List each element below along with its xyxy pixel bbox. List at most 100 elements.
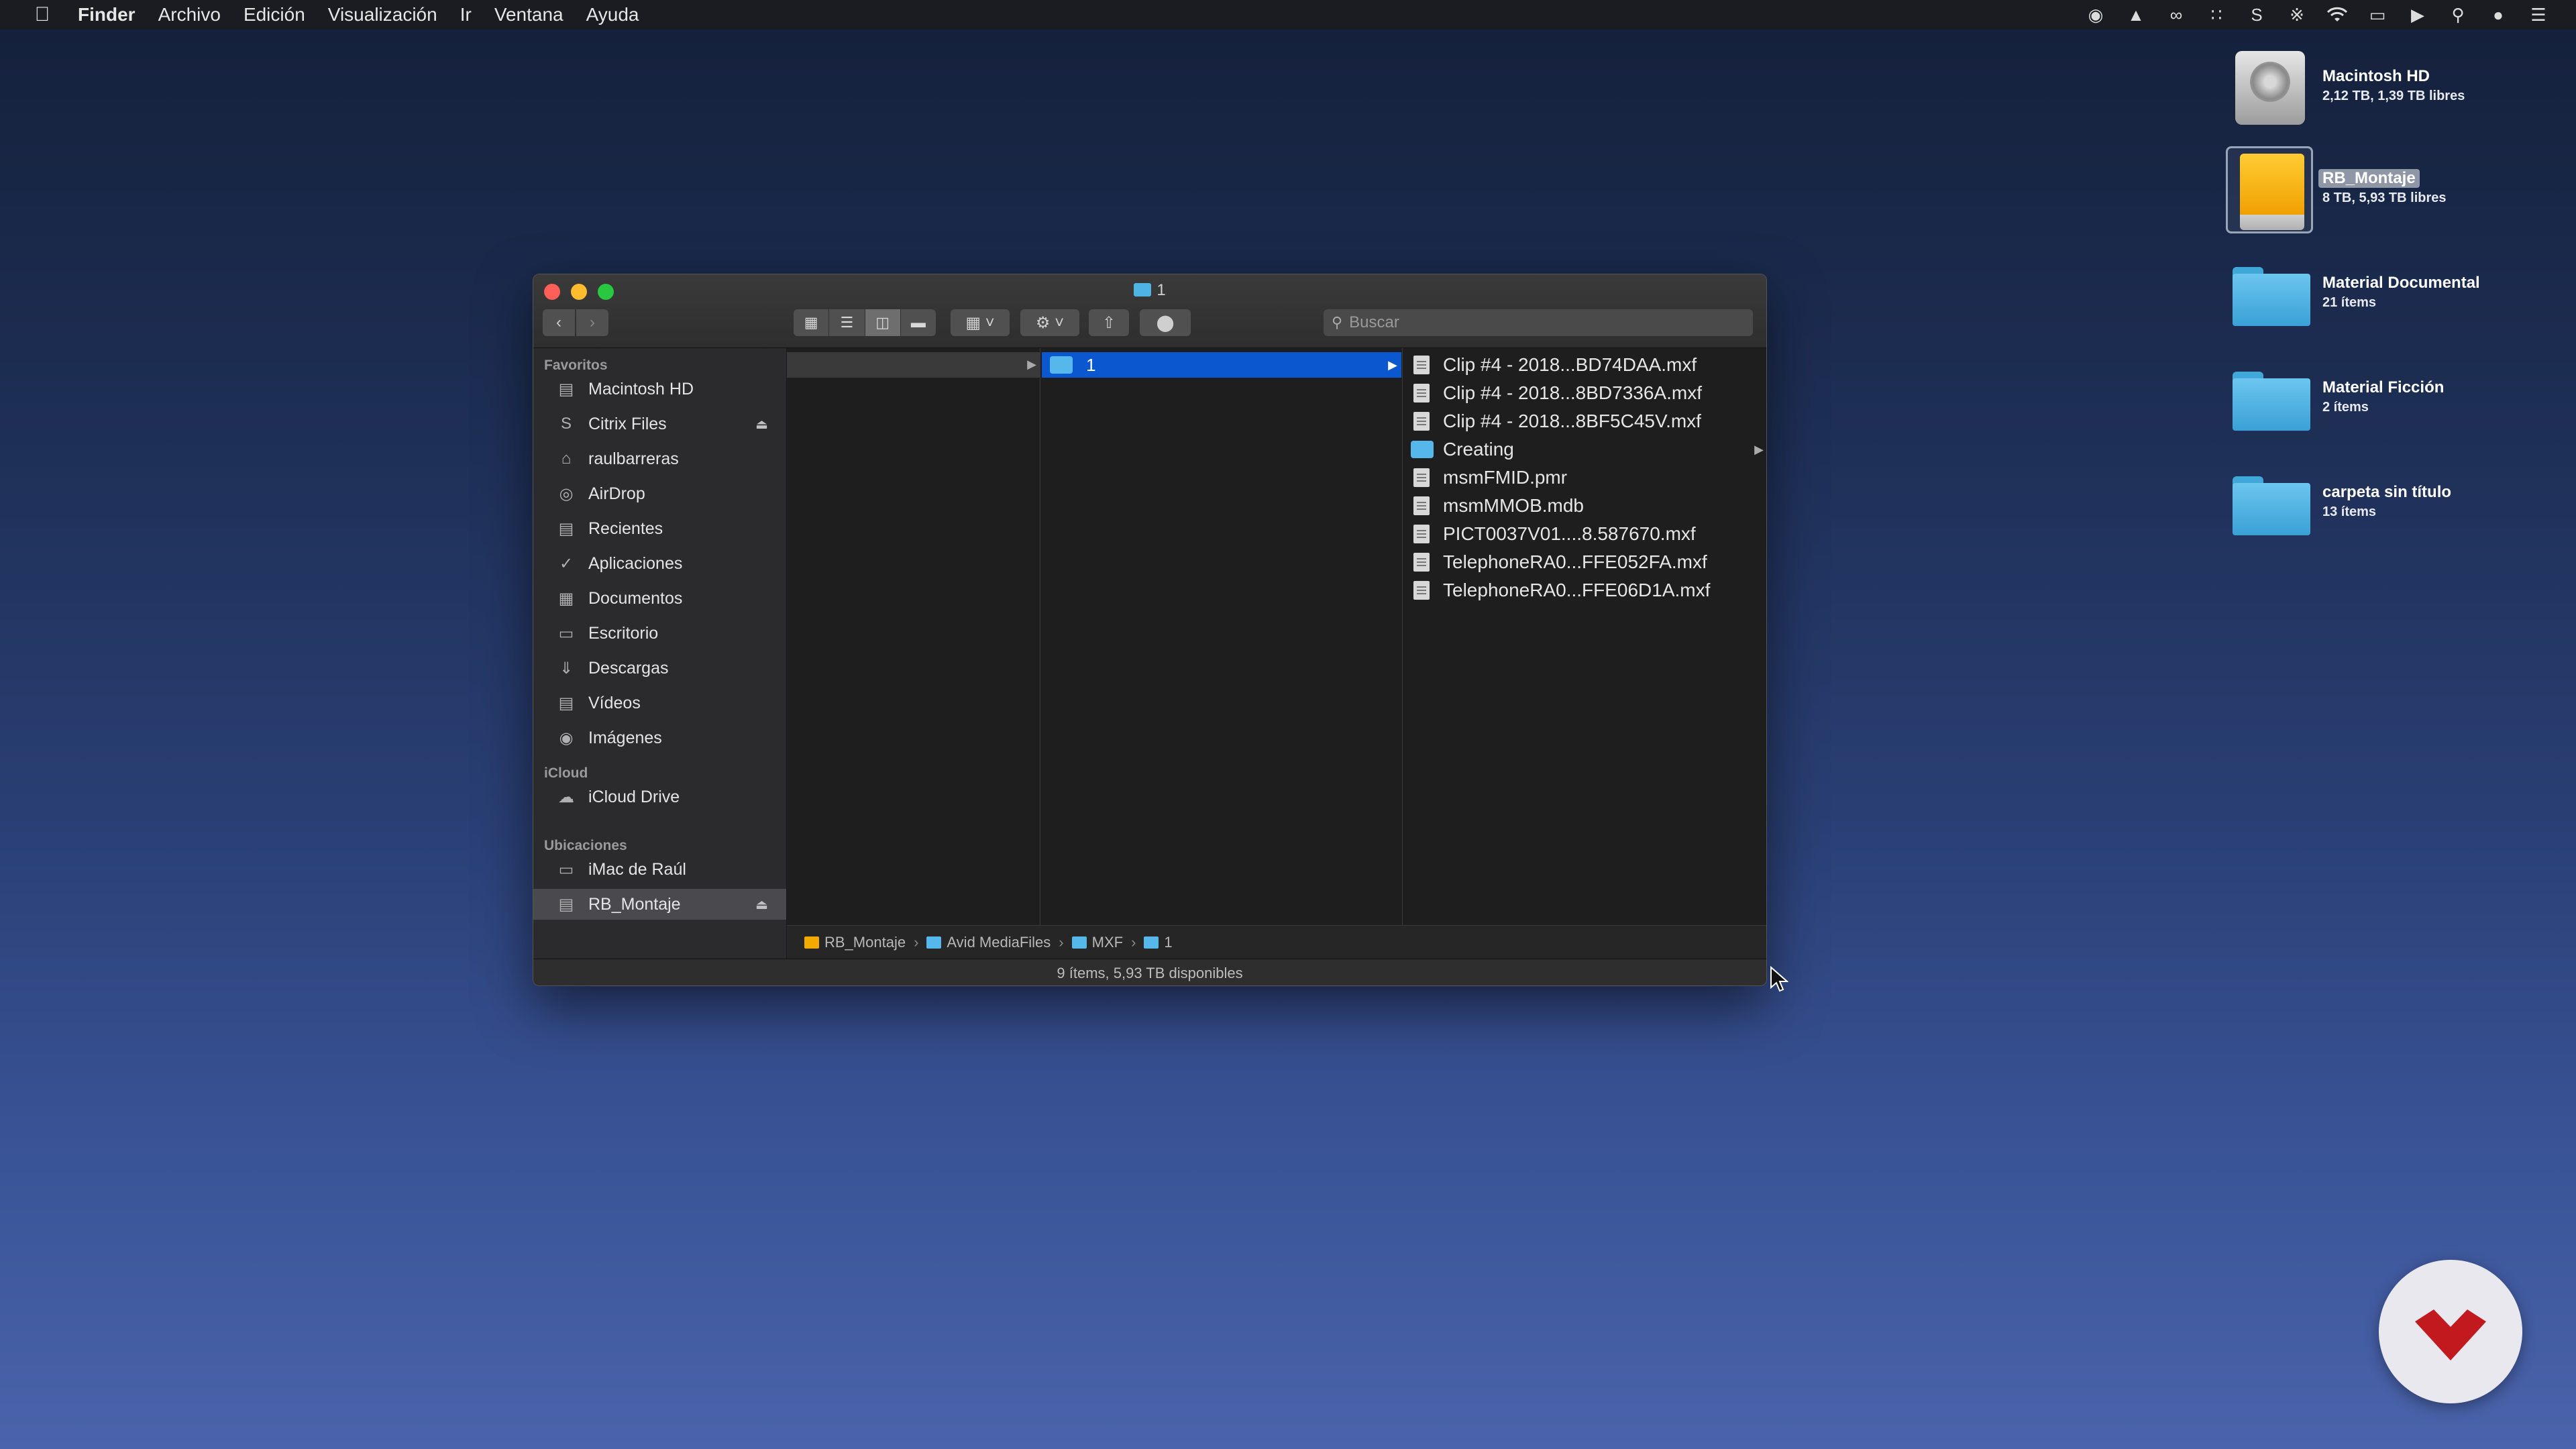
column-2[interactable]: 1 ▶ — [1040, 348, 1403, 925]
chevron-right-icon: › — [1131, 933, 1136, 951]
file-row[interactable]: Clip #4 - 2018...8BD7336A.mxf — [1403, 379, 1766, 407]
desktop-item-carpeta-sin-titulo[interactable]: carpeta sin título 13 ítems — [2220, 460, 2556, 554]
menu-archivo[interactable]: Archivo — [158, 4, 221, 25]
sidebar-item-imagenes[interactable]: ◉ Imágenes — [533, 722, 786, 753]
titlebar[interactable]: 1 ‹ › ▦ ☰ ◫ ▬ ▦ ˅ ⚙ ˅ ⇧ ⬤ ⚲ Buscar — [533, 274, 1766, 348]
desktop-item-info: 8 TB, 5,93 TB libres — [2322, 191, 2447, 205]
path-item-rb-montaje[interactable]: RB_Montaje — [804, 934, 906, 951]
desktop-item-rb-montaje[interactable]: RB_Montaje 8 TB, 5,93 TB libres — [2220, 146, 2556, 240]
column-3[interactable]: Clip #4 - 2018...BD74DAA.mxf Clip #4 - 2… — [1403, 348, 1766, 925]
citrix-icon[interactable]: S — [2246, 4, 2267, 25]
back-button[interactable]: ‹ — [543, 309, 575, 336]
share-button[interactable]: ⇧ — [1089, 309, 1129, 336]
file-row[interactable]: Clip #4 - 2018...BD74DAA.mxf — [1403, 351, 1766, 379]
eject-icon[interactable]: ⏏ — [755, 416, 768, 433]
path-item-avid-mediafiles[interactable]: Avid MediaFiles — [926, 934, 1051, 951]
icon-view-button[interactable]: ▦ — [794, 309, 830, 336]
desktop-icon: ▭ — [558, 624, 574, 643]
file-name: Creating — [1443, 439, 1514, 460]
menu-ayuda[interactable]: Ayuda — [586, 4, 639, 25]
sidebar-item-airdrop[interactable]: ◎ AirDrop — [533, 478, 786, 509]
document-icon — [1413, 356, 1430, 374]
desktop-item-name: Material Documental — [2322, 274, 2480, 292]
file-row[interactable]: msmFMID.pmr — [1403, 464, 1766, 492]
file-row[interactable]: Clip #4 - 2018...8BF5C45V.mxf — [1403, 407, 1766, 435]
upload-icon[interactable]: ▲ — [2125, 4, 2147, 25]
spotlight-icon[interactable]: ⚲ — [2447, 4, 2469, 25]
sidebar-item-descargas[interactable]: ⇓ Descargas — [533, 653, 786, 684]
tag-button[interactable]: ⬤ — [1140, 309, 1191, 336]
pictures-icon: ◉ — [559, 729, 574, 747]
file-row[interactable]: TelephoneRA0...FFE06D1A.mxf — [1403, 576, 1766, 604]
path-label: Avid MediaFiles — [947, 933, 1051, 951]
menu-visualizacion[interactable]: Visualización — [328, 4, 437, 25]
desktop-item-info: 13 ítems — [2322, 504, 2377, 519]
list-view-button[interactable]: ☰ — [829, 309, 865, 336]
window-title-text: 1 — [1157, 281, 1166, 299]
column-1-selected-row[interactable]: ▶ — [787, 352, 1040, 378]
apple-icon[interactable]:  — [24, 3, 60, 26]
menu-ir[interactable]: Ir — [460, 4, 472, 25]
column-2-selected-row[interactable]: 1 ▶ — [1042, 352, 1401, 378]
share-icon: ⇧ — [1102, 313, 1116, 332]
notification-center-icon[interactable]: ☰ — [2528, 4, 2549, 25]
folder-row[interactable]: Creating ▶ — [1403, 435, 1766, 464]
record-icon[interactable]: ◉ — [2085, 4, 2106, 25]
menu-finder[interactable]: Finder — [78, 4, 136, 25]
gear-icon: ⚙ ˅ — [1035, 313, 1065, 332]
file-name: TelephoneRA0...FFE052FA.mxf — [1443, 551, 1707, 572]
airplay-icon[interactable]: ▭ — [2367, 4, 2388, 25]
grid-icon[interactable]: ∷ — [2206, 4, 2227, 25]
file-row[interactable]: PICT0037V01....8.587670.mxf — [1403, 520, 1766, 548]
forward-button[interactable]: › — [576, 309, 608, 336]
menu-bar:  Finder Archivo Edición Visualización I… — [0, 0, 2576, 30]
sidebar-item-raulbarreras[interactable]: ⌂ raulbarreras — [533, 443, 786, 474]
file-row[interactable]: TelephoneRA0...FFE052FA.mxf — [1403, 548, 1766, 576]
folder-icon — [1050, 356, 1073, 374]
column-1[interactable]: ▶ — [787, 348, 1040, 925]
volume-icon[interactable]: ▶ — [2407, 4, 2428, 25]
gallery-view-button[interactable]: ▬ — [900, 309, 936, 336]
wifi-icon[interactable] — [2326, 4, 2348, 25]
sidebar-item-aplicaciones[interactable]: ✓ Aplicaciones — [533, 548, 786, 579]
eject-icon[interactable]: ⏏ — [755, 896, 768, 913]
sidebar-item-icloud-drive[interactable]: ☁ iCloud Drive — [533, 782, 786, 812]
path-item-1[interactable]: 1 — [1144, 934, 1173, 951]
external-drive-icon — [2226, 146, 2313, 233]
file-name: msmMMOB.mdb — [1443, 495, 1584, 516]
folder-icon — [1411, 441, 1434, 458]
sidebar-item-rb-montaje[interactable]: ▤ RB_Montaje ⏏ — [533, 889, 786, 920]
bluetooth-icon[interactable]: ※ — [2286, 4, 2308, 25]
search-field[interactable]: ⚲ Buscar — [1324, 309, 1753, 336]
siri-icon[interactable]: ● — [2487, 4, 2509, 25]
column-view-button[interactable]: ◫ — [865, 309, 901, 336]
sidebar-item-label: Citrix Files — [588, 414, 667, 433]
creative-cloud-icon[interactable]: ∞ — [2165, 4, 2187, 25]
desktop-item-material-ficcion[interactable]: Material Ficción 2 ítems — [2220, 356, 2556, 449]
desktop-item-name: Material Ficción — [2322, 378, 2445, 396]
sidebar-item-citrix-files[interactable]: S Citrix Files ⏏ — [533, 409, 786, 439]
desktop-item-material-documental[interactable]: Material Documental 21 ítems — [2220, 251, 2556, 345]
sidebar-item-videos[interactable]: ▤ Vídeos — [533, 688, 786, 718]
search-icon: ⚲ — [1332, 314, 1343, 331]
view-mode-group: ▦ ☰ ◫ ▬ — [794, 309, 936, 336]
sidebar-item-documentos[interactable]: ▦ Documentos — [533, 583, 786, 614]
group-button[interactable]: ▦ ˅ — [951, 309, 1010, 336]
desktop-item-macintosh-hd[interactable]: Macintosh HD 2,12 TB, 1,39 TB libres — [2220, 44, 2556, 138]
sidebar-item-label: iCloud Drive — [588, 787, 680, 806]
action-button[interactable]: ⚙ ˅ — [1020, 309, 1079, 336]
sidebar-item-recientes[interactable]: ▤ Recientes — [533, 513, 786, 544]
menu-edicion[interactable]: Edición — [244, 4, 305, 25]
status-text: 9 ítems, 5,93 TB disponibles — [1057, 964, 1243, 981]
file-row[interactable]: msmMMOB.mdb — [1403, 492, 1766, 520]
sidebar-header-favoritos: Favoritos — [544, 358, 608, 373]
desktop-item-info: 21 ítems — [2322, 295, 2377, 310]
folder-icon — [2226, 356, 2313, 443]
menu-ventana[interactable]: Ventana — [494, 4, 564, 25]
sidebar-item-macintosh-hd[interactable]: ▤ Macintosh HD — [533, 374, 786, 405]
path-item-mxf[interactable]: MXF — [1071, 934, 1123, 951]
sidebar-header-ubicaciones: Ubicaciones — [544, 838, 627, 853]
path-bar: RB_Montaje › Avid MediaFiles › MXF › 1 — [787, 925, 1766, 959]
sidebar-item-escritorio[interactable]: ▭ Escritorio — [533, 618, 786, 649]
sidebar-item-imac[interactable]: ▭ iMac de Raúl — [533, 854, 786, 885]
